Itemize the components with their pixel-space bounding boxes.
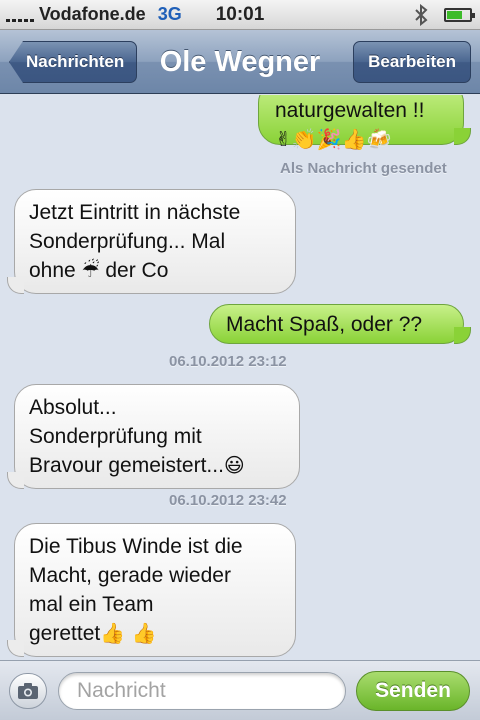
message-line: gerettet👍 👍	[29, 619, 281, 648]
message-text-segment: gerettet	[29, 622, 101, 645]
message-bubble-outgoing[interactable]: naturgewalten !! ✌👏🎉👍🍻	[258, 95, 471, 151]
thumbs-up-emoji-icon: 👍 👍	[100, 621, 157, 645]
edit-button[interactable]: Bearbeiten	[353, 41, 471, 83]
message-bubble-incoming[interactable]: Absolut... Sonderprüfung mit Bravour gem…	[7, 384, 300, 489]
message-bubble-outgoing[interactable]: Macht Spaß, oder ??	[209, 304, 471, 344]
camera-button[interactable]	[9, 673, 47, 709]
umbrella-emoji-icon: ☔	[81, 258, 100, 282]
timestamp: 06.10.2012 23:42	[169, 492, 287, 509]
message-line: Sonderprüfung mit	[29, 425, 202, 448]
message-thread[interactable]: naturgewalten !! ✌👏🎉👍🍻 Als Nachricht ges…	[0, 95, 480, 660]
message-line: mal ein Team	[29, 593, 154, 616]
delivery-status: Als Nachricht gesendet	[280, 160, 447, 177]
smiley-emoji-icon: 😃	[223, 453, 245, 477]
camera-icon	[18, 683, 38, 699]
send-button[interactable]: Senden	[356, 671, 470, 711]
message-text: Macht Spaß, oder ??	[226, 313, 423, 336]
message-text-segment: Bravour gemeistert...	[29, 454, 224, 477]
bluetooth-icon	[415, 4, 428, 26]
message-bubble-incoming[interactable]: Jetzt Eintritt in nächste Sonderprüfung.…	[7, 189, 296, 294]
message-line: ohne ☔ der Co	[29, 256, 281, 285]
message-bubble-incoming[interactable]: Die Tibus Winde ist die Macht, gerade wi…	[7, 523, 296, 657]
message-text-segment: ohne	[29, 259, 76, 282]
navigation-bar: Nachrichten Ole Wegner Bearbeiten	[0, 30, 480, 94]
message-input[interactable]	[58, 672, 346, 710]
compose-bar: Senden	[0, 660, 480, 720]
message-line: Die Tibus Winde ist die	[29, 535, 243, 558]
message-line: Bravour gemeistert...😃	[29, 451, 285, 480]
message-text: naturgewalten !!	[275, 99, 425, 122]
status-bar: Vodafone.de 3G 10:01	[0, 0, 480, 30]
back-button[interactable]: Nachrichten	[9, 41, 138, 83]
emoji-row: ✌👏🎉👍🍻	[275, 127, 392, 151]
timestamp: 06.10.2012 23:12	[169, 353, 287, 370]
message-line: Jetzt Eintritt in nächste	[29, 201, 241, 224]
message-line: Macht, gerade wieder	[29, 564, 231, 587]
status-time: 10:01	[215, 3, 265, 25]
battery-icon	[444, 8, 475, 22]
message-line: Absolut...	[29, 396, 117, 419]
message-line: Sonderprüfung... Mal	[29, 230, 226, 253]
message-text-segment: der Co	[105, 259, 169, 282]
